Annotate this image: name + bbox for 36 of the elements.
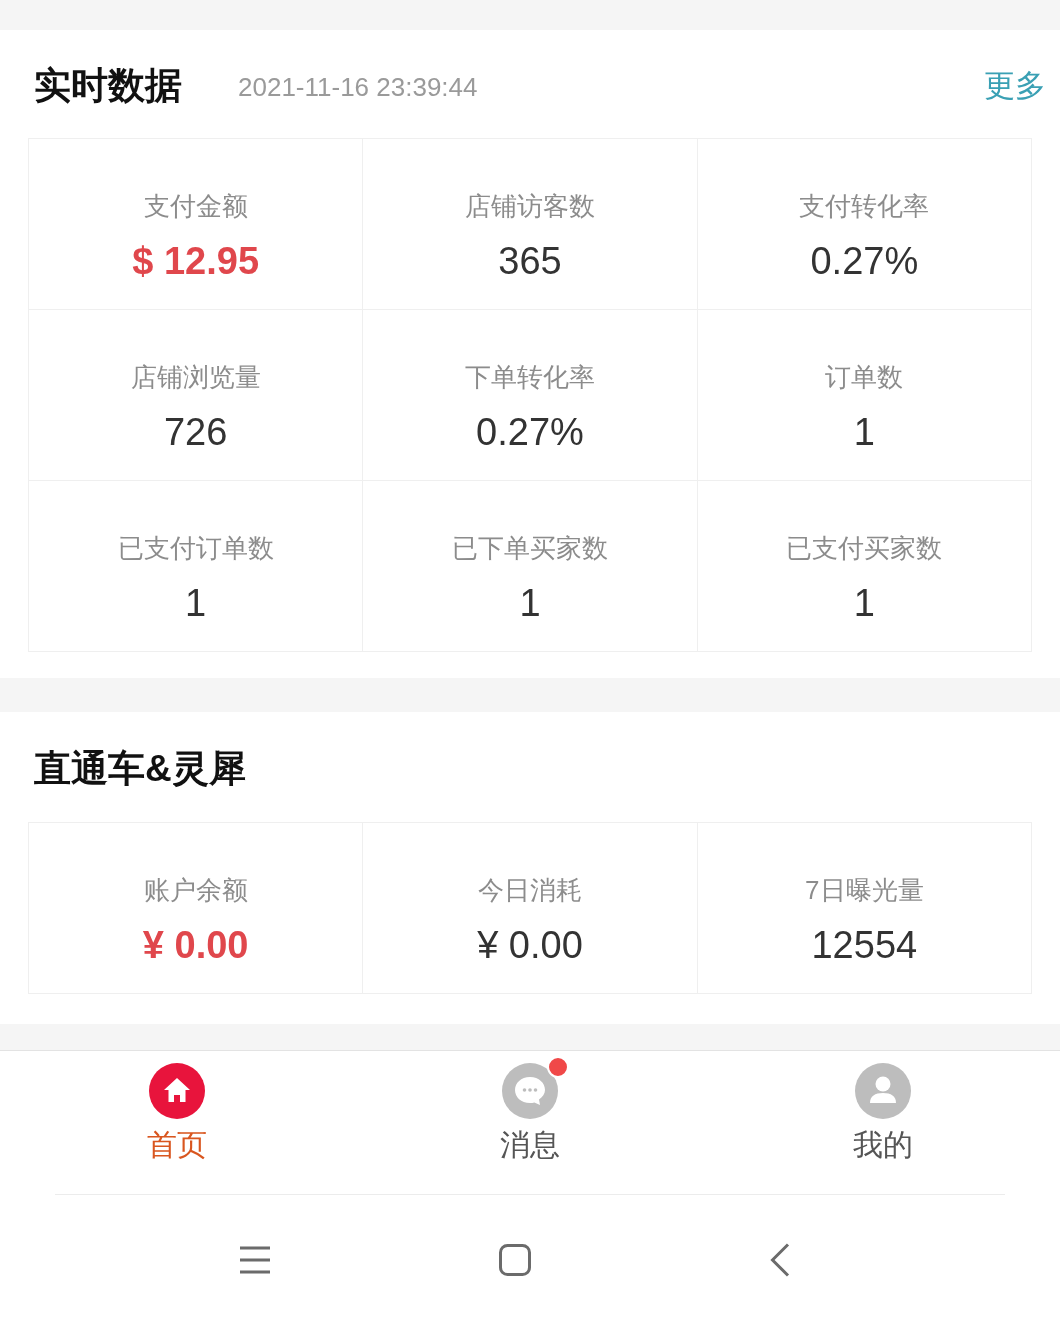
tab-item[interactable]: 首页 (0, 1051, 354, 1194)
metric-label: 已支付订单数 (117, 532, 274, 565)
metric-label: 支付转化率 (799, 190, 930, 223)
square-icon[interactable] (499, 1243, 531, 1276)
metric-label: 下单转化率 (465, 361, 595, 394)
menu-icon[interactable] (239, 1245, 270, 1274)
chat-bubble-icon (502, 1063, 558, 1119)
metric-value: 0.27% (476, 410, 584, 455)
metric-value: 1 (853, 581, 875, 626)
metric-label: 店铺访客数 (465, 190, 595, 223)
metric-value: ¥ 0.00 (477, 923, 583, 968)
metric-label: 已支付买家数 (786, 532, 943, 565)
person-icon (855, 1063, 912, 1119)
metric-value: 1 (185, 581, 207, 626)
metric-label: 已下单买家数 (452, 532, 608, 565)
metric-value: 1 (519, 581, 541, 626)
metric-label: 订单数 (825, 361, 904, 394)
metric-value: 365 (498, 239, 562, 284)
section-title: 实时数据 (34, 64, 182, 108)
metric-value: 0.27% (810, 239, 919, 284)
metric-label: 账户余额 (143, 874, 248, 907)
metric-label: 店铺浏览量 (130, 361, 261, 394)
tab-item[interactable]: 消息 (353, 1051, 707, 1194)
metric-label: 支付金额 (143, 190, 248, 223)
metric-value: ¥ 0.00 (142, 923, 249, 968)
metric-label: 7日曝光量 (805, 874, 924, 907)
section-title: 直通车&灵犀 (34, 747, 246, 791)
home-icon (148, 1063, 205, 1119)
metric-value: 726 (163, 410, 228, 455)
metric-value: $ 12.95 (132, 239, 260, 284)
metric-value: 1 (853, 410, 875, 455)
chevron-left-icon[interactable] (770, 1242, 791, 1277)
metric-value: 12554 (811, 923, 918, 968)
tab-item[interactable]: 我的 (706, 1051, 1060, 1194)
timestamp: 2021-11-16 23:39:44 (238, 71, 478, 104)
metric-label: 今日消耗 (478, 874, 582, 907)
